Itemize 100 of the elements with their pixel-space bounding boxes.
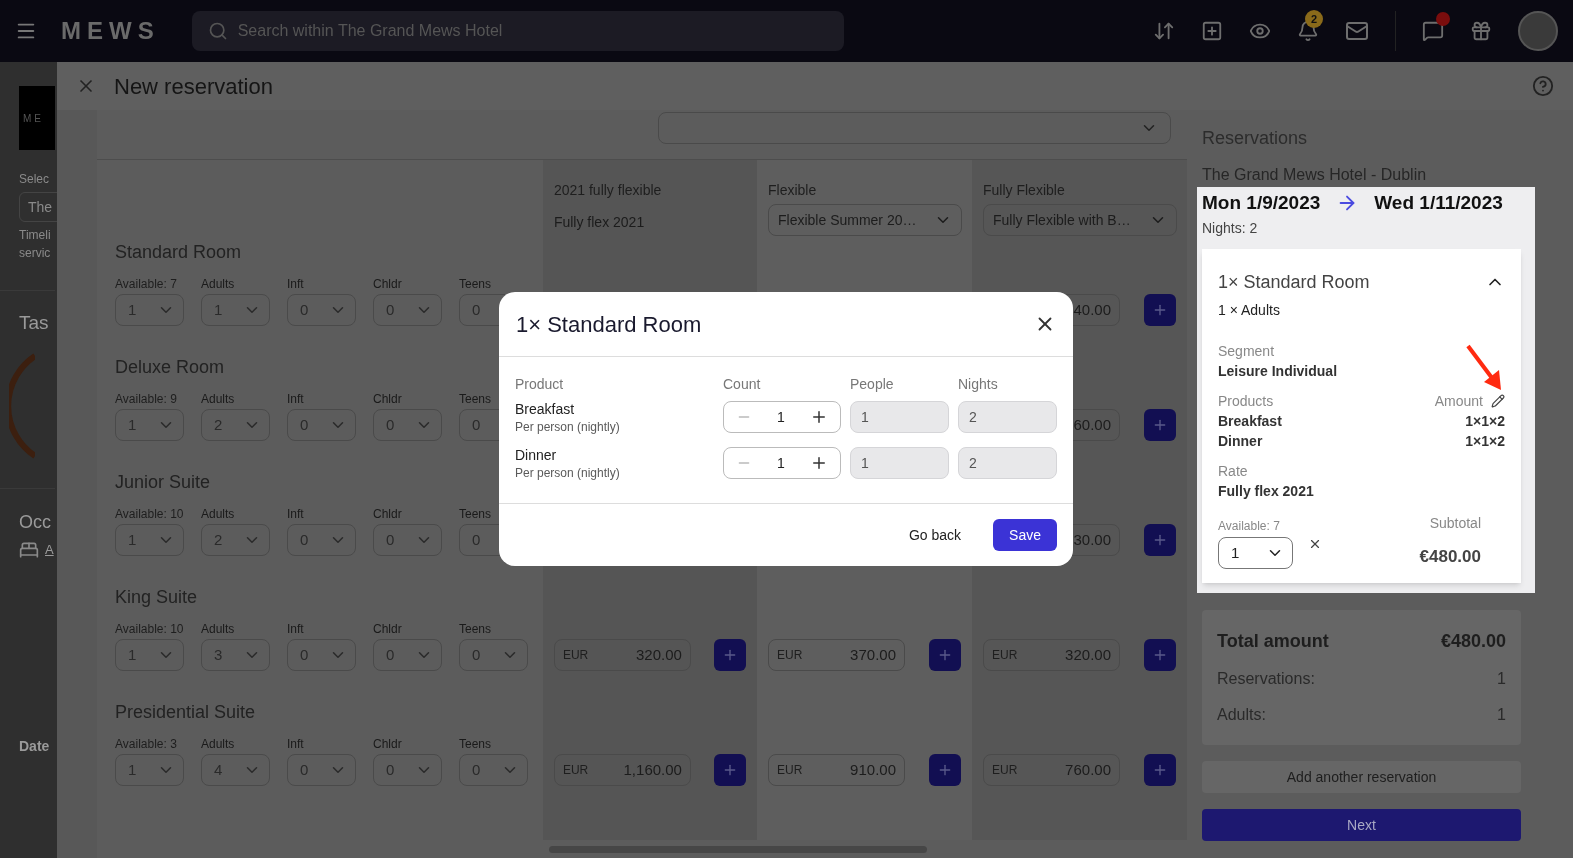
date-label: Date bbox=[19, 736, 51, 756]
guest-label: Chldr bbox=[373, 737, 403, 751]
item-link[interactable]: A bbox=[45, 539, 54, 560]
nights-field: 2 bbox=[958, 401, 1057, 433]
rate-select[interactable]: Flexible Summer 20… bbox=[768, 204, 962, 236]
guest-label: Chldr bbox=[373, 277, 403, 291]
rate-heading: Fully Flexible bbox=[983, 182, 1066, 198]
product-name: Dinner bbox=[1218, 431, 1263, 451]
section-heading: Occ bbox=[19, 510, 51, 534]
guest-label: Adults bbox=[201, 507, 236, 521]
search-field[interactable]: Search within The Grand Mews Hotel bbox=[191, 11, 844, 51]
product-amount: 1×1×2 bbox=[1465, 431, 1505, 451]
next-button[interactable]: Next bbox=[1202, 809, 1521, 841]
total-row-value: 1 bbox=[1497, 669, 1506, 689]
product-amount: 1×1×2 bbox=[1465, 411, 1505, 431]
logo-block: ME bbox=[19, 86, 55, 150]
add-button[interactable] bbox=[714, 754, 746, 786]
nights-field: 2 bbox=[958, 447, 1057, 479]
rate-value: Fully flex 2021 bbox=[1218, 481, 1315, 501]
guest-label: Inft bbox=[287, 622, 305, 636]
guest-summary: 1 × Adults bbox=[1218, 300, 1281, 320]
column-header: Product bbox=[515, 375, 565, 394]
count-stepper[interactable]: 1 bbox=[723, 447, 841, 479]
add-button[interactable] bbox=[1144, 409, 1176, 441]
amount-label: Amount bbox=[1434, 391, 1483, 411]
rate-name: Fully flex 2021 bbox=[553, 213, 646, 232]
product-name: Breakfast bbox=[1218, 411, 1282, 431]
add-reservation-button[interactable]: Add another reservation bbox=[1202, 761, 1521, 793]
total-label: Total amount bbox=[1217, 630, 1329, 653]
room-count-select[interactable]: 1 bbox=[1218, 537, 1293, 569]
panel-title: New reservation bbox=[114, 72, 273, 101]
guest-label: Chldr bbox=[373, 622, 403, 636]
price-field[interactable]: EUR 320.00 bbox=[983, 639, 1120, 671]
gift-icon[interactable] bbox=[1470, 20, 1492, 42]
price-field[interactable]: EUR 370.00 bbox=[768, 639, 905, 671]
note-text: servic bbox=[19, 245, 52, 262]
rate-select[interactable]: Fully Flexible with B… bbox=[983, 204, 1177, 236]
count-stepper[interactable]: 1 bbox=[723, 401, 841, 433]
nights-count: Nights: 2 bbox=[1202, 218, 1259, 238]
avatar[interactable] bbox=[1518, 11, 1558, 51]
remove-icon[interactable] bbox=[1308, 537, 1322, 551]
note-text: Timeli bbox=[19, 227, 52, 244]
plus-icon bbox=[1152, 532, 1168, 548]
departure-date: Wed 1/11/2023 bbox=[1374, 191, 1503, 215]
add-button[interactable] bbox=[1144, 294, 1176, 326]
subtotal-amount: €480.00 bbox=[1419, 545, 1481, 568]
room-name: Standard Room bbox=[115, 241, 242, 264]
room-name: King Suite bbox=[115, 586, 198, 609]
add-button[interactable] bbox=[929, 639, 961, 671]
rate-label: Rate bbox=[1218, 461, 1249, 481]
add-button[interactable] bbox=[1144, 754, 1176, 786]
plus-icon bbox=[1152, 762, 1168, 778]
plus-icon bbox=[1152, 647, 1168, 663]
pointer-arrow bbox=[1464, 344, 1504, 392]
help-chat-icon[interactable] bbox=[1422, 20, 1444, 42]
availability-label: Available: 9 bbox=[115, 392, 178, 406]
pencil-icon[interactable] bbox=[1491, 393, 1505, 408]
go-back-button[interactable]: Go back bbox=[908, 524, 962, 546]
add-button[interactable] bbox=[929, 754, 961, 786]
segment-label: Segment bbox=[1218, 341, 1276, 361]
guest-label: Inft bbox=[287, 392, 305, 406]
guest-label: Chldr bbox=[373, 507, 403, 521]
sort-icon[interactable] bbox=[1153, 20, 1175, 42]
availability-label: Available: 7 bbox=[1218, 518, 1281, 535]
total-amount: €480.00 bbox=[1440, 630, 1506, 653]
guest-label: Teens bbox=[459, 737, 493, 751]
guest-label: Chldr bbox=[373, 392, 403, 406]
search-icon bbox=[207, 21, 228, 41]
price-field[interactable]: EUR 760.00 bbox=[983, 754, 1120, 786]
plus-icon[interactable] bbox=[810, 408, 828, 426]
guest-label: Adults bbox=[201, 737, 236, 751]
help-icon[interactable] bbox=[1532, 75, 1554, 97]
guest-label: Adults bbox=[201, 277, 236, 291]
plus-icon[interactable] bbox=[810, 454, 828, 472]
plus-icon bbox=[1152, 302, 1168, 318]
logo: MEWS bbox=[61, 16, 160, 46]
room-title: 1× Standard Room bbox=[1218, 270, 1370, 294]
people-field: 1 bbox=[850, 401, 949, 433]
add-button[interactable] bbox=[714, 639, 746, 671]
room-name: Deluxe Room bbox=[115, 356, 225, 379]
guest-label: Teens bbox=[459, 507, 493, 521]
add-button[interactable] bbox=[1144, 639, 1176, 671]
total-row-label: Adults: bbox=[1217, 705, 1266, 725]
price-field[interactable]: EUR 910.00 bbox=[768, 754, 905, 786]
column-header: Nights bbox=[958, 375, 999, 394]
segment-value: Leisure Individual bbox=[1218, 361, 1339, 381]
save-button[interactable]: Save bbox=[993, 519, 1057, 551]
select-label: Selec bbox=[19, 171, 51, 188]
column-header: People bbox=[850, 375, 895, 394]
rate-heading: Flexible bbox=[768, 182, 818, 198]
total-row-label: Reservations: bbox=[1217, 669, 1315, 689]
mail-icon[interactable] bbox=[1345, 19, 1369, 43]
total-row-value: 1 bbox=[1497, 705, 1506, 725]
availability-label: Available: 10 bbox=[115, 507, 184, 521]
guest-label: Teens bbox=[459, 277, 493, 291]
subtotal-label: Subtotal bbox=[1429, 513, 1481, 533]
guest-label: Inft bbox=[287, 737, 305, 751]
room-name: Presidential Suite bbox=[115, 701, 256, 724]
add-icon[interactable] bbox=[1201, 20, 1223, 42]
add-button[interactable] bbox=[1144, 524, 1176, 556]
